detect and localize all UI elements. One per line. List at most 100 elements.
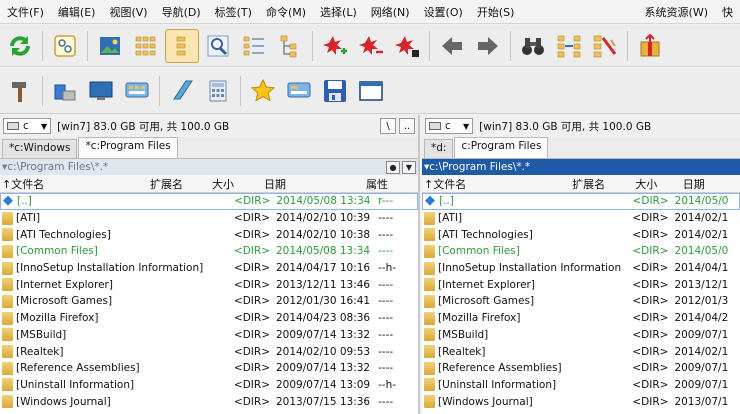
- right-drive-selector[interactable]: c ▼: [425, 118, 474, 134]
- select-add-icon[interactable]: [318, 29, 352, 63]
- chevron-down-icon[interactable]: ▼: [402, 160, 416, 174]
- monitor-icon[interactable]: [84, 74, 118, 108]
- notepad-icon[interactable]: [165, 74, 199, 108]
- file-name: [Common Files]: [438, 245, 520, 258]
- tab-d-drive[interactable]: *d:: [424, 139, 454, 158]
- file-row[interactable]: [ATI] <DIR> 2014/02/1: [422, 210, 740, 227]
- menu-file[interactable]: 文件(F): [0, 4, 51, 20]
- tab-windows[interactable]: *c:Windows: [2, 139, 78, 158]
- file-name: [Realtek]: [438, 345, 486, 358]
- menu-system-resources[interactable]: 系统资源(W): [638, 4, 715, 20]
- compare-icon[interactable]: [552, 29, 586, 63]
- column-name[interactable]: ↑文件名: [0, 176, 148, 192]
- menu-select[interactable]: 选择(L): [313, 4, 364, 20]
- file-row[interactable]: [MSBuild] <DIR> 2009/07/1: [422, 327, 740, 344]
- file-attributes: ----: [378, 228, 394, 241]
- detail-view-icon[interactable]: [237, 29, 271, 63]
- search-view-icon[interactable]: [201, 29, 235, 63]
- network-drive-icon[interactable]: [282, 74, 316, 108]
- file-row[interactable]: [Mozilla Firefox] <DIR> 2014/04/23 08:36 --…: [0, 310, 418, 327]
- file-date: 2009/07/1: [674, 362, 729, 375]
- tab-program-files[interactable]: c:Program Files: [454, 137, 549, 158]
- binoculars-icon[interactable]: [516, 29, 550, 63]
- file-row[interactable]: [ATI] <DIR> 2014/02/10 10:39 ----: [0, 210, 418, 227]
- left-drive-selector[interactable]: c ▼: [3, 118, 52, 134]
- column-name[interactable]: ↑文件名: [422, 176, 570, 192]
- column-extension[interactable]: 扩展名: [570, 176, 633, 192]
- column-size[interactable]: 大小: [210, 176, 262, 192]
- file-name: [ATI Technologies]: [438, 228, 533, 241]
- select-remove-icon[interactable]: [354, 29, 388, 63]
- file-row[interactable]: [Windows Journal] <DIR> 2013/07/15 13:36 --…: [0, 393, 418, 410]
- back-arrow-icon[interactable]: [435, 29, 469, 63]
- file-row[interactable]: [Uninstall Information] <DIR> 2009/07/14 1…: [0, 377, 418, 394]
- toolbar-separator: [240, 75, 241, 106]
- hammer-icon[interactable]: [3, 74, 37, 108]
- file-row[interactable]: [Internet Explorer] <DIR> 2013/12/1: [422, 276, 740, 293]
- favorites-star-icon[interactable]: [246, 74, 280, 108]
- file-row[interactable]: [Common Files] <DIR> 2014/05/0: [422, 243, 740, 260]
- column-extension[interactable]: 扩展名: [148, 176, 210, 192]
- right-path-bar[interactable]: ▾c:\Program Files\*.*: [422, 159, 740, 175]
- left-path-bar[interactable]: ▾c:\Program Files\*.* ● ▼: [0, 159, 418, 175]
- file-row[interactable]: [Reference Assemblies] <DIR> 2009/07/14 13…: [0, 360, 418, 377]
- file-row[interactable]: [Realtek] <DIR> 2014/02/10 09:53 ----: [0, 343, 418, 360]
- file-row[interactable]: [Windows Journal] <DIR> 2013/07/1: [422, 393, 740, 410]
- list-view-icon[interactable]: [165, 28, 199, 63]
- file-name: [Common Files]: [16, 245, 98, 258]
- file-row[interactable]: [Internet Explorer] <DIR> 2013/12/11 13:46…: [0, 276, 418, 293]
- menu-start[interactable]: 开始(S): [470, 4, 522, 20]
- column-date[interactable]: 日期: [262, 176, 364, 192]
- sync-icon[interactable]: [588, 29, 622, 63]
- file-size: <DIR>: [233, 345, 270, 358]
- file-row[interactable]: [InnoSetup Installation Information] <DIR…: [0, 260, 418, 277]
- menu-view[interactable]: 视图(V): [102, 4, 154, 20]
- file-row[interactable]: [Microsoft Games] <DIR> 2012/01/30 16:41 --…: [0, 293, 418, 310]
- file-row[interactable]: [Uninstall Information] <DIR> 2009/07/1: [422, 377, 740, 394]
- file-row[interactable]: [Mozilla Firefox] <DIR> 2014/04/2: [422, 310, 740, 327]
- folder-icon: [2, 261, 13, 275]
- network-icon[interactable]: [120, 74, 154, 108]
- file-attributes: --h-: [378, 378, 397, 391]
- file-row[interactable]: [Realtek] <DIR> 2014/02/1: [422, 343, 740, 360]
- invert-selection-icon[interactable]: [390, 29, 424, 63]
- file-row[interactable]: ◆ [..] <DIR> 2014/05/0: [422, 193, 740, 210]
- file-row[interactable]: [InnoSetup Installation Information] <DIR…: [422, 260, 740, 277]
- menu-quick[interactable]: 快: [715, 4, 740, 20]
- save-disk-icon[interactable]: [318, 74, 352, 108]
- file-row[interactable]: [ATI Technologies] <DIR> 2014/02/1: [422, 226, 740, 243]
- tree-view-icon[interactable]: [48, 29, 82, 63]
- file-date: 2014/04/1: [674, 262, 729, 275]
- file-name: [Uninstall Information]: [438, 378, 557, 391]
- file-row[interactable]: [Reference Assemblies] <DIR> 2009/07/1: [422, 360, 740, 377]
- history-icon[interactable]: ●: [386, 160, 400, 174]
- branch-view-icon[interactable]: [273, 29, 307, 63]
- refresh-icon[interactable]: [3, 29, 37, 63]
- thumbnail-view-icon[interactable]: [93, 29, 127, 63]
- computer-icon[interactable]: [48, 74, 82, 108]
- menu-network[interactable]: 网络(N): [364, 4, 417, 20]
- file-date: 2014/02/1: [674, 345, 729, 358]
- column-size[interactable]: 大小: [633, 176, 680, 192]
- calculator-icon[interactable]: [201, 74, 235, 108]
- file-row[interactable]: [ATI Technologies] <DIR> 2014/02/10 10:38-…: [0, 226, 418, 243]
- menu-edit[interactable]: 编辑(E): [51, 4, 103, 20]
- file-row[interactable]: ◆ [..] <DIR> 2014/05/08 13:34 r---: [0, 193, 418, 210]
- file-name: [Internet Explorer]: [16, 278, 113, 291]
- menu-commands[interactable]: 命令(M): [259, 4, 313, 20]
- file-row[interactable]: [Common Files] <DIR> 2014/05/08 13:34 ----: [0, 243, 418, 260]
- column-attributes[interactable]: 属性: [364, 176, 404, 192]
- tab-program-files[interactable]: *c:Program Files: [78, 137, 178, 158]
- forward-arrow-icon[interactable]: [471, 29, 505, 63]
- menu-navigate[interactable]: 导航(D): [155, 4, 208, 20]
- grid-view-icon[interactable]: [129, 29, 163, 63]
- left-parent-button[interactable]: ..: [399, 118, 415, 134]
- file-row[interactable]: [MSBuild] <DIR> 2009/07/14 13:32 ----: [0, 327, 418, 344]
- column-date[interactable]: 日期: [681, 176, 740, 192]
- file-row[interactable]: [Microsoft Games] <DIR> 2012/01/3: [422, 293, 740, 310]
- left-root-button[interactable]: \: [380, 118, 396, 134]
- menu-settings[interactable]: 设置(O): [417, 4, 470, 20]
- pack-icon[interactable]: [633, 29, 667, 63]
- window-icon[interactable]: [354, 74, 388, 108]
- menu-tabs[interactable]: 标签(T): [208, 4, 259, 20]
